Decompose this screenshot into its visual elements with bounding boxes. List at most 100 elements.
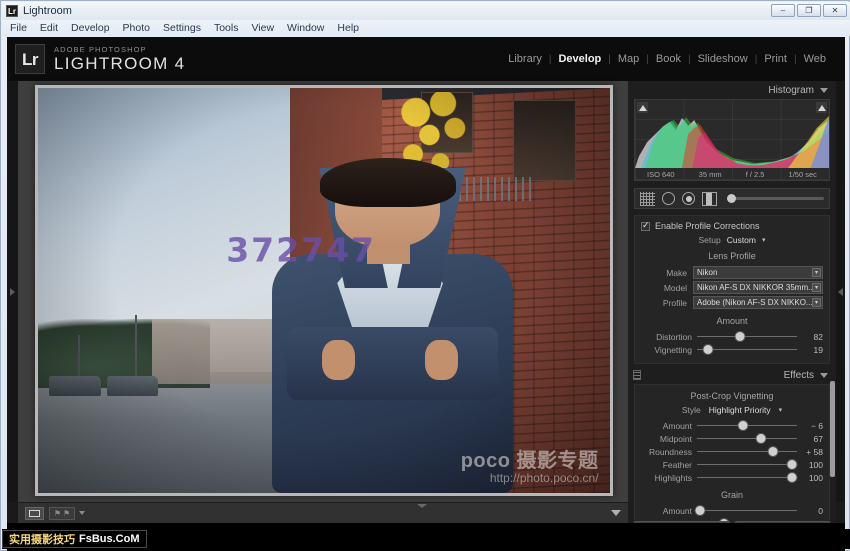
lens-profile-select[interactable]: Adobe (Nikon AF-S DX NIKKO... ▾ bbox=[693, 296, 823, 309]
effects-panel-header[interactable]: Effects bbox=[628, 366, 836, 384]
vignette-feather-track[interactable] bbox=[697, 460, 797, 469]
close-button[interactable]: ✕ bbox=[823, 4, 847, 17]
enable-profile-corrections-checkbox[interactable] bbox=[641, 220, 650, 231]
grain-amount-track[interactable] bbox=[695, 506, 797, 515]
post-crop-vignetting-title: Post-Crop Vignetting bbox=[690, 391, 774, 401]
window-title: Lightroom bbox=[23, 5, 72, 17]
chevron-down-icon[interactable] bbox=[820, 372, 828, 378]
menu-item-window[interactable]: Window bbox=[287, 22, 324, 34]
lens-model-row: Model Nikon AF-S DX NIKKOR 35mm... ▾ bbox=[641, 280, 823, 295]
menu-item-settings[interactable]: Settings bbox=[163, 22, 201, 34]
menu-item-view[interactable]: View bbox=[251, 22, 274, 34]
module-develop[interactable]: Develop bbox=[551, 53, 608, 65]
chevron-down-icon[interactable]: ▾ bbox=[812, 283, 821, 292]
lens-profile-title: Lens Profile bbox=[708, 251, 756, 261]
vignette-midpoint-row[interactable]: Midpoint 67 bbox=[641, 432, 823, 445]
chevron-down-icon[interactable]: ▾ bbox=[812, 268, 821, 277]
highlight-clipping-indicator-icon[interactable] bbox=[816, 102, 827, 113]
chevron-down-icon[interactable] bbox=[820, 87, 828, 93]
flag-filter-control[interactable]: ⚑ ⚑ bbox=[49, 506, 75, 520]
module-library[interactable]: Library bbox=[501, 53, 549, 65]
maximize-button[interactable]: ❐ bbox=[797, 4, 821, 17]
exif-iso: ISO 640 bbox=[647, 170, 675, 179]
app-icon: Lr bbox=[6, 5, 18, 17]
menu-item-tools[interactable]: Tools bbox=[214, 22, 239, 34]
vignette-midpoint-knob[interactable] bbox=[756, 434, 766, 443]
status-bar: 实用摄影技巧 FsBus.CoM bbox=[2, 529, 850, 549]
vignette-roundness-track[interactable] bbox=[697, 447, 797, 456]
flag-reject-icon: ⚑ bbox=[63, 508, 71, 518]
toolbar-dropdown-icon[interactable] bbox=[79, 511, 85, 515]
right-panel-toggle[interactable] bbox=[836, 81, 845, 502]
menu-item-file[interactable]: File bbox=[10, 22, 27, 34]
loupe-view-icon[interactable] bbox=[25, 506, 44, 520]
left-panel-toggle[interactable] bbox=[7, 81, 18, 502]
right-panel-scrollbar[interactable] bbox=[830, 381, 835, 477]
vignette-roundness-knob[interactable] bbox=[768, 447, 778, 456]
toolbar-options-icon[interactable] bbox=[611, 510, 621, 516]
chevron-down-icon[interactable]: ▾ bbox=[812, 298, 821, 307]
vignette-midpoint-track[interactable] bbox=[697, 434, 797, 443]
exif-readout: ISO 640 35 mm f / 2.5 1/50 sec bbox=[635, 170, 829, 179]
enable-profile-corrections-label: Enable Profile Corrections bbox=[655, 221, 760, 231]
menu-item-photo[interactable]: Photo bbox=[123, 22, 150, 34]
grain-amount-knob[interactable] bbox=[695, 506, 705, 515]
vignetting-value: 19 bbox=[813, 344, 823, 355]
exif-aperture: f / 2.5 bbox=[745, 170, 765, 179]
lightroom-body: 372747 poco 摄影专题 http://photo.poco.cn/ H… bbox=[7, 81, 845, 551]
lens-profile-row: Profile Adobe (Nikon AF-S DX NIKKO... ▾ bbox=[641, 295, 823, 310]
effects-switch-icon[interactable] bbox=[633, 370, 641, 380]
vignette-amount-track[interactable] bbox=[697, 421, 797, 430]
vignette-amount-row[interactable]: Amount − 6 bbox=[641, 419, 823, 432]
module-book[interactable]: Book bbox=[649, 53, 688, 65]
spot-removal-icon[interactable] bbox=[662, 192, 675, 205]
lens-make-select[interactable]: Nikon ▾ bbox=[693, 266, 823, 279]
distortion-slider-row[interactable]: Distortion 82 bbox=[641, 330, 823, 343]
distortion-knob[interactable] bbox=[735, 332, 745, 341]
module-web[interactable]: Web bbox=[797, 53, 833, 65]
red-eye-icon[interactable] bbox=[682, 192, 695, 205]
vignette-style-row[interactable]: Style Highlight Priority ▾ bbox=[641, 405, 823, 415]
image-canvas[interactable]: 372747 poco 摄影专题 http://photo.poco.cn/ bbox=[18, 81, 628, 502]
vignetting-slider-row[interactable]: Vignetting 19 bbox=[641, 343, 823, 356]
shadow-clipping-indicator-icon[interactable] bbox=[637, 102, 648, 113]
chevron-right-icon bbox=[10, 287, 15, 296]
grain-amount-row[interactable]: Amount 0 bbox=[641, 504, 823, 517]
vignette-highlights-knob[interactable] bbox=[787, 473, 797, 482]
graduated-filter-icon[interactable] bbox=[702, 191, 717, 206]
menu-item-develop[interactable]: Develop bbox=[71, 22, 110, 34]
enable-profile-corrections-row[interactable]: Enable Profile Corrections bbox=[641, 220, 823, 231]
module-map[interactable]: Map bbox=[611, 53, 646, 65]
vignette-midpoint-label: Midpoint bbox=[659, 433, 692, 444]
identity-plate[interactable]: Lr ADOBE PHOTOSHOP LIGHTROOM 4 bbox=[15, 44, 185, 74]
vignette-style-value[interactable]: Highlight Priority bbox=[709, 405, 771, 415]
minimize-button[interactable]: – bbox=[771, 4, 795, 17]
vignetting-track[interactable] bbox=[697, 345, 797, 354]
module-slideshow[interactable]: Slideshow bbox=[691, 53, 755, 65]
crop-overlay-icon[interactable] bbox=[640, 191, 655, 206]
develop-preview-image[interactable]: 372747 poco 摄影专题 http://photo.poco.cn/ bbox=[38, 88, 610, 493]
histogram-widget[interactable]: ISO 640 35 mm f / 2.5 1/50 sec bbox=[634, 99, 830, 181]
histogram-panel-header[interactable]: Histogram bbox=[628, 81, 836, 99]
setup-value[interactable]: Custom bbox=[727, 235, 756, 245]
distortion-track[interactable] bbox=[697, 332, 797, 341]
setup-row[interactable]: Setup Custom ▾ bbox=[641, 235, 823, 245]
updown-icon[interactable]: ▾ bbox=[779, 407, 783, 414]
vignette-roundness-row[interactable]: Roundness + 58 bbox=[641, 445, 823, 458]
adjustment-slider[interactable] bbox=[727, 194, 824, 203]
lightroom-app: Lr ADOBE PHOTOSHOP LIGHTROOM 4 Library |… bbox=[7, 37, 845, 551]
vignetting-knob[interactable] bbox=[703, 345, 713, 354]
menu-bar: File Edit Develop Photo Settings Tools V… bbox=[2, 20, 850, 36]
vignette-feather-row[interactable]: Feather 100 bbox=[641, 458, 823, 471]
menu-item-help[interactable]: Help bbox=[337, 22, 359, 34]
vignette-highlights-track[interactable] bbox=[697, 473, 797, 482]
vignette-highlights-row[interactable]: Highlights 100 bbox=[641, 471, 823, 484]
bottom-panel-collapse-arrow-icon[interactable] bbox=[411, 502, 433, 509]
vignette-amount-knob[interactable] bbox=[738, 421, 748, 430]
lens-model-select[interactable]: Nikon AF-S DX NIKKOR 35mm... ▾ bbox=[693, 281, 823, 294]
updown-icon[interactable]: ▾ bbox=[762, 237, 766, 244]
vignette-feather-knob[interactable] bbox=[787, 460, 797, 469]
module-print[interactable]: Print bbox=[757, 53, 794, 65]
menu-item-edit[interactable]: Edit bbox=[40, 22, 58, 34]
watermark-poco-url: http://photo.poco.cn/ bbox=[489, 470, 599, 485]
